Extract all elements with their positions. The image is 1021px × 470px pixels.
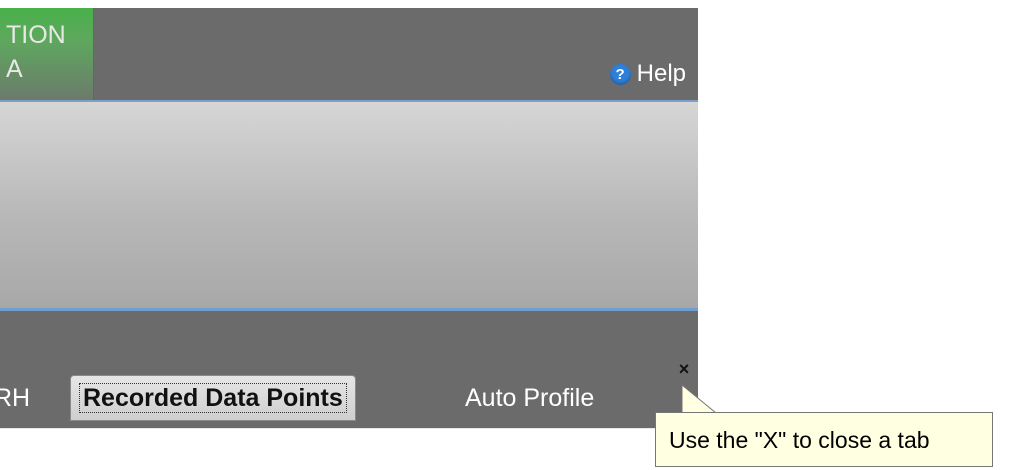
close-tab-icon[interactable]: × [676, 360, 692, 378]
tab-rh-label: RH [0, 384, 31, 412]
tab-recorded-data-points[interactable]: Recorded Data Points [70, 375, 356, 421]
ribbon-panel [0, 102, 698, 311]
help-button[interactable]: ? Help [609, 60, 686, 88]
top-header-bar: TION A ? Help [0, 8, 698, 102]
tab-auto-profile[interactable]: Auto Profile [465, 378, 594, 418]
green-tab-line1: TION [6, 21, 66, 49]
tab-recorded-data-points-label: Recorded Data Points [79, 383, 347, 413]
green-tab-line2: A [6, 55, 23, 83]
tooltip-text: Use the "X" to close a tab [669, 427, 930, 453]
green-ribbon-tab[interactable]: TION A [0, 8, 94, 100]
document-tab-strip: RH Recorded Data Points Auto Profile × [0, 311, 698, 428]
application-window: TION A ? Help RH Recorded Data Points Au… [0, 8, 698, 448]
tab-rh[interactable]: RH [0, 378, 30, 418]
content-divider [0, 428, 698, 429]
help-label: Help [636, 60, 686, 87]
tab-auto-profile-label: Auto Profile [465, 384, 595, 412]
close-tab-tooltip: Use the "X" to close a tab [655, 412, 993, 467]
help-icon: ? [609, 63, 631, 85]
tooltip-pointer-icon [681, 385, 718, 414]
screen: TION A ? Help RH Recorded Data Points Au… [0, 0, 1021, 470]
